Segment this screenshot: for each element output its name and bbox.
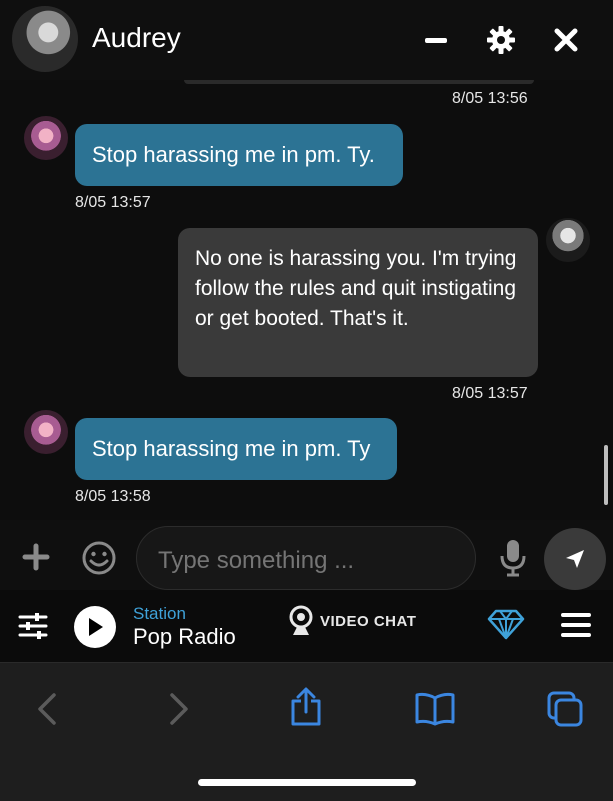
send-icon [566,550,584,568]
contact-avatar[interactable] [12,6,78,72]
message-text: No one is harassing you. I'm trying foll… [195,247,517,330]
close-button[interactable] [546,20,586,60]
plus-icon [22,543,50,571]
sender-avatar[interactable] [24,410,68,454]
message-input[interactable] [156,545,460,577]
webcam-icon [289,605,313,635]
incoming-message-bubble[interactable]: Stop harassing me in pm. Ty. [75,124,403,186]
emoji-button[interactable] [81,540,117,581]
play-button[interactable] [74,606,116,648]
tabs-icon [547,691,583,727]
browser-bookmarks-button[interactable] [410,684,460,734]
message-timestamp: 8/05 13:56 [452,90,528,107]
close-icon [554,28,578,52]
message-timestamp: 8/05 13:57 [452,385,528,402]
browser-forward-button[interactable] [154,684,204,734]
video-chat-button[interactable]: VIDEO CHAT [288,605,416,637]
send-button[interactable] [544,528,606,590]
incoming-message-bubble[interactable]: Stop harassing me in pm. Ty [75,418,397,480]
add-attachment-button[interactable] [22,543,50,576]
gear-icon [487,26,515,54]
share-icon [291,687,321,726]
minimize-icon [425,38,447,43]
minimize-button[interactable] [416,20,456,60]
diamond-icon [487,609,525,640]
chat-scrollbar[interactable] [604,445,608,505]
message-text: Stop harassing me in pm. Ty [92,436,371,461]
browser-tabs-button[interactable] [540,684,590,734]
previous-message-bubble-edge [184,80,534,84]
home-indicator[interactable] [198,779,416,786]
premium-button[interactable] [487,608,525,645]
chat-header: Audrey [0,0,613,80]
contact-name: Audrey [92,22,181,53]
browser-share-button[interactable] [281,682,331,732]
video-chat-label: VIDEO CHAT [320,612,417,630]
forward-icon [170,693,188,725]
station-label: Station [133,604,186,623]
message-timestamp: 8/05 13:58 [75,488,151,505]
back-icon [38,693,56,725]
outgoing-message-bubble[interactable]: No one is harassing you. I'm trying foll… [178,228,538,377]
voice-message-button[interactable] [498,538,528,583]
message-text: Stop harassing me in pm. Ty. [92,142,375,167]
station-name[interactable]: Pop Radio [133,624,236,650]
sender-avatar[interactable] [24,116,68,160]
main-menu-button[interactable] [561,611,591,644]
message-timestamp: 8/05 13:57 [75,194,151,211]
my-avatar[interactable] [546,218,590,262]
browser-back-button[interactable] [22,684,72,734]
microphone-icon [500,540,526,577]
equalizer-button[interactable] [18,612,48,645]
settings-button[interactable] [481,20,521,60]
bookmarks-icon [415,692,455,726]
equalizer-icon [18,613,48,639]
emoji-icon [82,541,116,575]
message-list[interactable]: 8/05 13:56 Stop harassing me in pm. Ty. … [0,80,613,520]
play-icon [89,618,103,636]
menu-icon [561,613,591,637]
